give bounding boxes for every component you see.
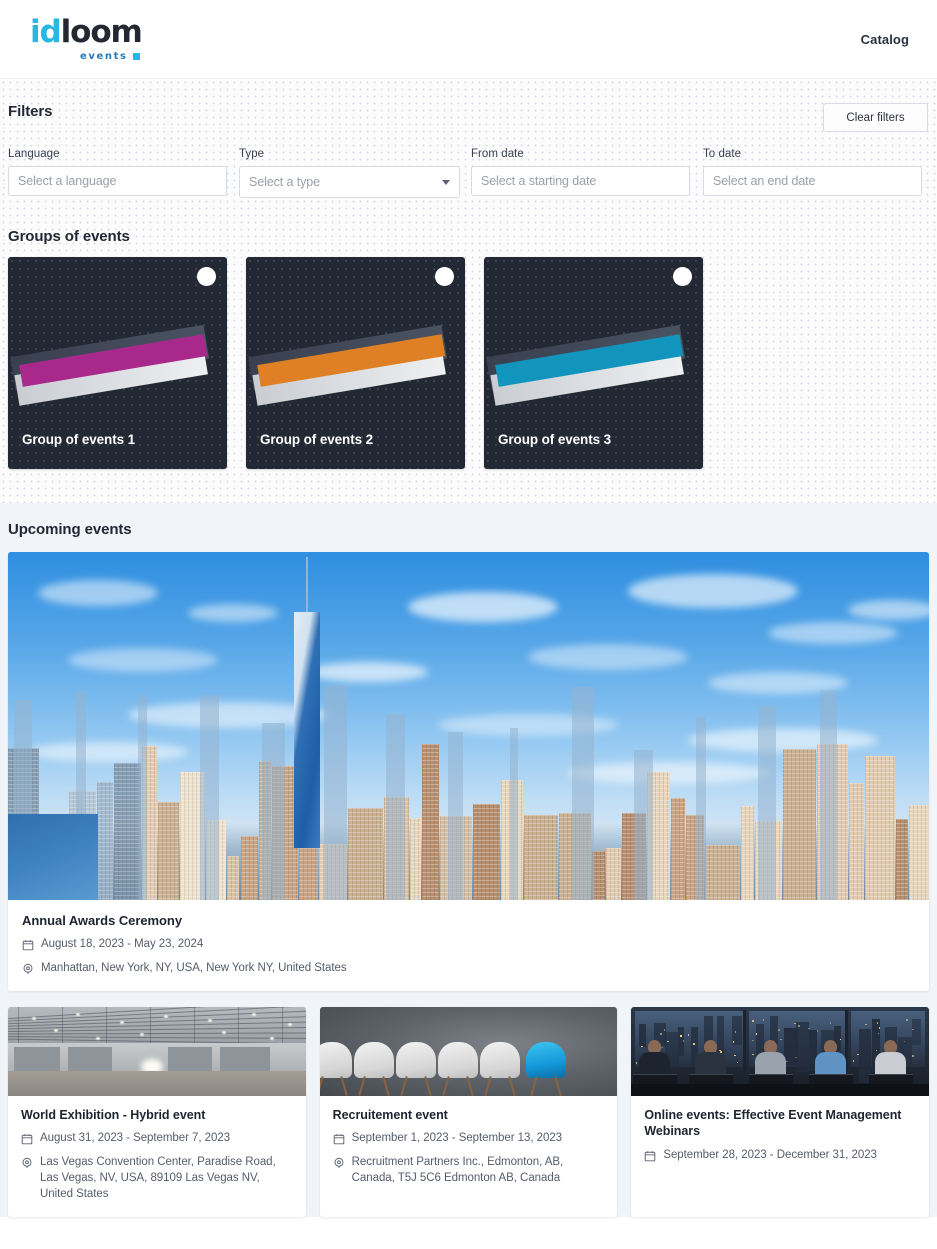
filter-from-date: From date Select a starting date	[471, 148, 702, 198]
group-card[interactable]: Group of events 3	[484, 257, 703, 469]
filters-header: Filters Clear filters	[8, 103, 929, 137]
type-placeholder: Select a type	[249, 175, 320, 189]
event-location: Recruitment Partners Inc., Edmonton, AB,…	[352, 1155, 605, 1187]
event-dates: September 28, 2023 - December 31, 2023	[663, 1148, 877, 1164]
calendar-icon	[644, 1149, 656, 1161]
group-badge-icon	[435, 267, 454, 286]
groups-of-events-section: Groups of events Group of events 1 Group…	[0, 218, 937, 503]
event-dates-row: August 31, 2023 - September 7, 2023	[21, 1131, 293, 1147]
clear-filters-button[interactable]: Clear filters	[823, 103, 928, 132]
event-dates-row: September 28, 2023 - December 31, 2023	[644, 1148, 916, 1164]
groups-title: Groups of events	[8, 228, 929, 245]
nyc-skyline-image	[8, 552, 929, 900]
filters-row: Language Select a language Type Select a…	[8, 148, 929, 198]
night-office-image	[631, 1007, 929, 1096]
chairs-image	[320, 1007, 618, 1096]
event-location: Las Vegas Convention Center, Paradise Ro…	[40, 1155, 293, 1203]
group-badge-icon	[673, 267, 692, 286]
stripe-graphic	[246, 329, 465, 417]
group-card-title: Group of events 3	[498, 432, 611, 447]
logo-wordmark: idloom	[30, 17, 142, 48]
hall-door	[68, 1047, 112, 1071]
from-date-placeholder: Select a starting date	[481, 174, 596, 188]
one-world-trade-center	[294, 612, 320, 848]
event-title: World Exhibition - Hybrid event	[21, 1107, 293, 1124]
calendar-icon	[333, 1132, 345, 1144]
location-pin-icon	[21, 1156, 33, 1168]
filters-section: Filters Clear filters Language Select a …	[0, 79, 937, 218]
stripe-graphic	[484, 329, 703, 417]
event-dates: August 18, 2023 - May 23, 2024	[41, 937, 203, 953]
from-date-input[interactable]: Select a starting date	[471, 166, 690, 196]
filters-and-groups-area: Filters Clear filters Language Select a …	[0, 78, 937, 503]
location-pin-icon	[22, 962, 34, 974]
site-header: idloom events Catalog	[0, 0, 937, 78]
event-title: Recruitement event	[333, 1107, 605, 1124]
spire-decoration	[306, 557, 308, 615]
event-location: Manhattan, New York, NY, USA, New York N…	[41, 961, 347, 977]
filter-language: Language Select a language	[8, 148, 238, 198]
event-location-row: Las Vegas Convention Center, Paradise Ro…	[21, 1155, 293, 1203]
group-card[interactable]: Group of events 1	[8, 257, 227, 469]
chevron-down-icon[interactable]	[442, 180, 450, 185]
group-card-title: Group of events 1	[22, 432, 135, 447]
group-card-title: Group of events 2	[260, 432, 373, 447]
upcoming-title: Upcoming events	[8, 521, 929, 538]
filter-type: Type Select a type	[239, 148, 470, 198]
event-card[interactable]: Online events: Effective Event Managemen…	[631, 1007, 929, 1217]
event-dates: September 1, 2023 - September 13, 2023	[352, 1131, 562, 1147]
to-date-input[interactable]: Select an end date	[703, 166, 922, 196]
hall-floor	[8, 1071, 306, 1096]
hall-door	[14, 1047, 60, 1071]
event-cards-grid: World Exhibition - Hybrid event August 3…	[8, 1007, 929, 1217]
filter-from-date-label: From date	[471, 148, 702, 160]
event-location-row: Manhattan, New York, NY, USA, New York N…	[22, 961, 915, 977]
to-date-placeholder: Select an end date	[713, 174, 815, 188]
event-card-body: World Exhibition - Hybrid event August 3…	[8, 1096, 306, 1217]
calendar-icon	[21, 1132, 33, 1144]
filter-type-label: Type	[239, 148, 470, 160]
logo-events-text: events	[80, 51, 128, 62]
group-card[interactable]: Group of events 2	[246, 257, 465, 469]
filters-title: Filters	[8, 103, 52, 120]
language-input[interactable]: Select a language	[8, 166, 227, 196]
event-dates-row: August 18, 2023 - May 23, 2024	[22, 937, 915, 953]
event-card[interactable]: World Exhibition - Hybrid event August 3…	[8, 1007, 306, 1217]
hall-door	[220, 1047, 270, 1071]
logo-loom-text: loom	[61, 14, 142, 50]
upcoming-events-section: Upcoming events Annual Awards Ceremony A…	[0, 503, 937, 1217]
event-card-body: Recruitement event September 1, 2023 - S…	[320, 1096, 618, 1201]
language-placeholder: Select a language	[18, 174, 116, 188]
filter-language-label: Language	[8, 148, 238, 160]
event-dates-row: September 1, 2023 - September 13, 2023	[333, 1131, 605, 1147]
featured-event-card[interactable]: Annual Awards Ceremony August 18, 2023 -…	[8, 552, 929, 991]
stripe-graphic	[8, 329, 227, 417]
logo-square-icon	[133, 53, 140, 60]
event-card[interactable]: Recruitement event September 1, 2023 - S…	[320, 1007, 618, 1217]
event-card-body: Online events: Effective Event Managemen…	[631, 1096, 929, 1178]
groups-grid: Group of events 1 Group of events 2 Grou…	[8, 257, 929, 469]
logo-id-text: id	[30, 14, 61, 50]
filter-to-date-label: To date	[703, 148, 928, 160]
filter-to-date: To date Select an end date	[703, 148, 928, 198]
convention-hall-image	[8, 1007, 306, 1096]
event-location-row: Recruitment Partners Inc., Edmonton, AB,…	[333, 1155, 605, 1187]
type-select[interactable]: Select a type	[239, 166, 460, 198]
logo-subtitle: events	[80, 51, 140, 62]
hudson-river	[8, 814, 98, 900]
logo[interactable]: idloom events	[30, 17, 142, 62]
hall-door	[168, 1047, 212, 1071]
featured-event-body: Annual Awards Ceremony August 18, 2023 -…	[8, 900, 929, 991]
event-dates: August 31, 2023 - September 7, 2023	[40, 1131, 230, 1147]
calendar-icon	[22, 938, 34, 950]
location-pin-icon	[333, 1156, 345, 1168]
group-badge-icon	[197, 267, 216, 286]
event-title: Annual Awards Ceremony	[22, 912, 915, 929]
event-title: Online events: Effective Event Managemen…	[644, 1107, 916, 1140]
office-table	[631, 1084, 929, 1096]
nav-catalog-link[interactable]: Catalog	[861, 32, 909, 47]
